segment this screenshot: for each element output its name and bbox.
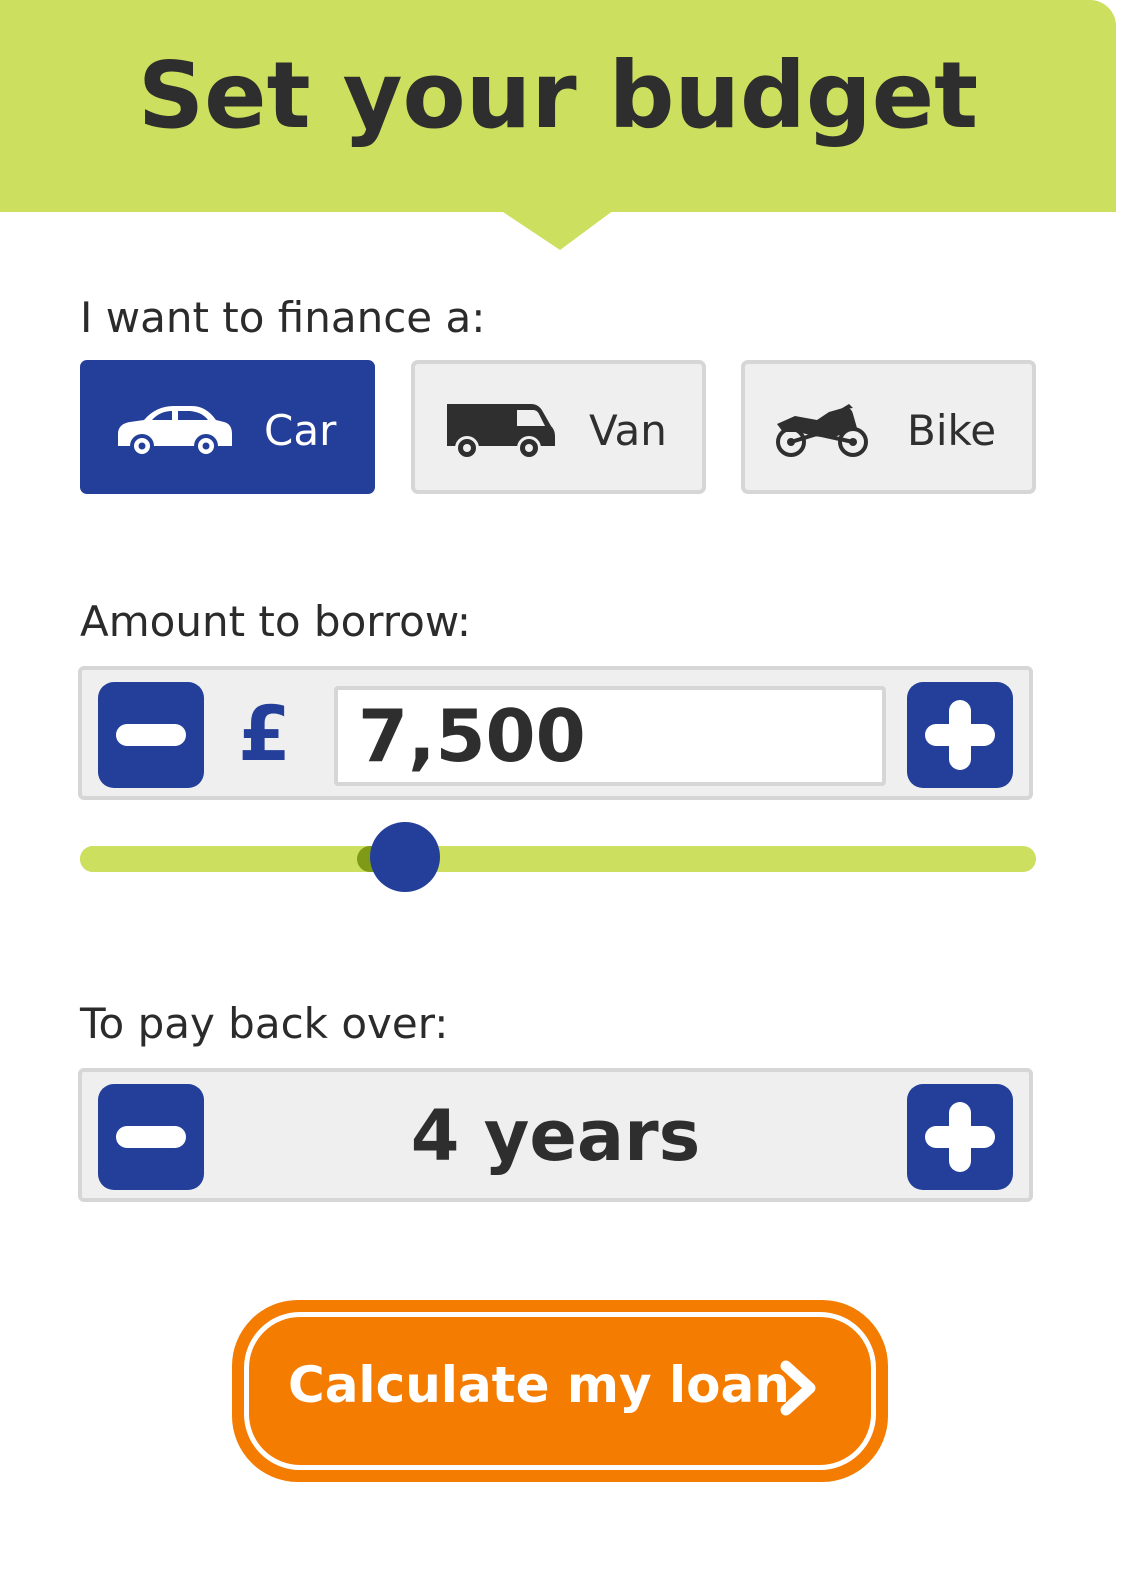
- amount-section-label: Amount to borrow:: [80, 597, 472, 646]
- chevron-right-icon: [780, 1360, 816, 1416]
- term-value: 4 years: [410, 1095, 701, 1177]
- amount-input[interactable]: [334, 686, 886, 786]
- vehicle-option-label: Van: [589, 406, 667, 455]
- currency-symbol: £: [238, 689, 291, 778]
- cta-label: Calculate my loan: [288, 1356, 790, 1414]
- amount-decrease-button[interactable]: [98, 682, 204, 788]
- vehicle-option-car[interactable]: Car: [80, 360, 375, 494]
- minus-icon: [116, 724, 186, 746]
- page-title: Set your budget: [137, 42, 979, 149]
- vehicle-option-van[interactable]: Van: [411, 360, 706, 494]
- amount-increase-button[interactable]: [907, 682, 1013, 788]
- vehicle-option-bike[interactable]: Bike: [741, 360, 1036, 494]
- van-icon: [447, 404, 555, 460]
- amount-slider-thumb[interactable]: [370, 822, 441, 892]
- motorbike-icon: [776, 404, 868, 457]
- amount-slider-track[interactable]: [80, 846, 1036, 872]
- vehicle-option-label: Bike: [907, 406, 997, 455]
- vehicle-section-label: I want to finance a:: [80, 293, 486, 342]
- amount-stepper: £: [78, 666, 1033, 800]
- calculate-loan-button[interactable]: Calculate my loan: [232, 1300, 888, 1482]
- car-icon: [118, 406, 232, 458]
- header-notch: [500, 210, 614, 250]
- term-increase-button[interactable]: [907, 1084, 1013, 1190]
- vehicle-option-label: Car: [264, 406, 337, 455]
- term-stepper: 4 years: [78, 1068, 1033, 1202]
- term-section-label: To pay back over:: [80, 999, 449, 1048]
- header-banner: Set your budget: [0, 0, 1116, 212]
